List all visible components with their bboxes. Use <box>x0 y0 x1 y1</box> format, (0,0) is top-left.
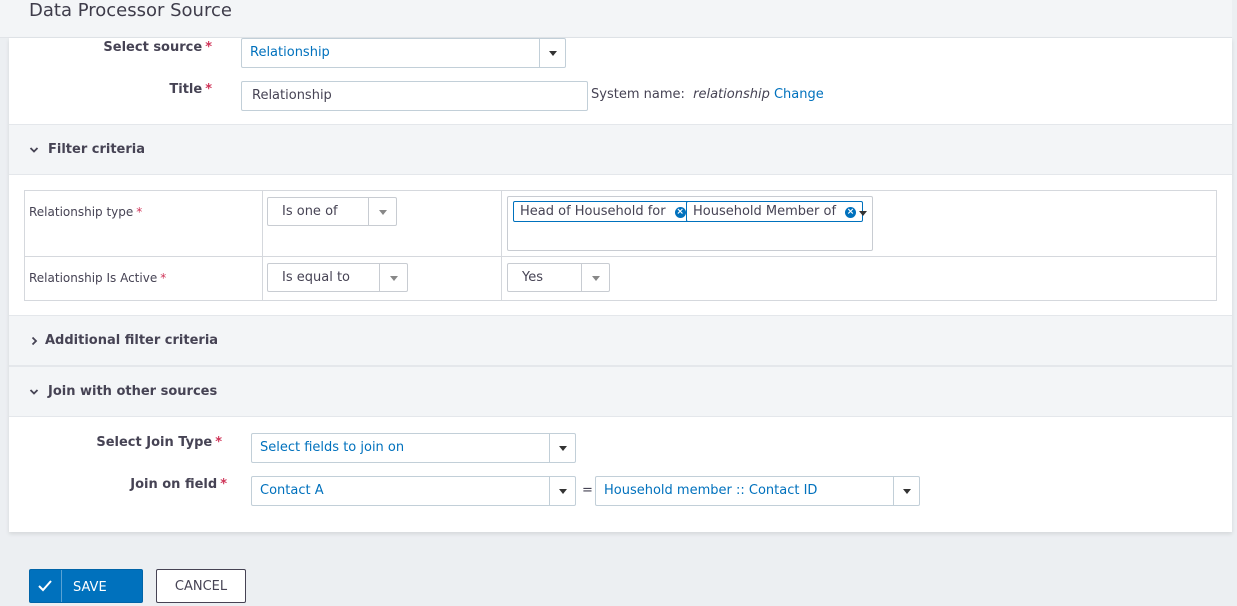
chevron-right-icon <box>31 336 38 346</box>
select-source-dropdown[interactable]: Relationship <box>241 38 566 68</box>
join-field-left-value: Contact A <box>260 483 324 498</box>
criteria-field-cell: Relationship type * <box>25 191 263 256</box>
page-title: Data Processor Source <box>0 0 1232 38</box>
chevron-down-icon[interactable] <box>549 434 575 462</box>
filter-criteria-header[interactable]: Filter criteria <box>9 124 1232 175</box>
operator-dropdown[interactable]: Is equal to <box>267 263 408 292</box>
join-field-right-dropdown[interactable]: Household member :: Contact ID <box>595 476 920 506</box>
title-label: Title * <box>169 82 212 97</box>
filter-criteria-label: Filter criteria <box>48 142 146 157</box>
select-source-label: Select source * <box>103 40 212 55</box>
system-name-value: relationship <box>693 87 770 102</box>
join-field-right-value: Household member :: Contact ID <box>604 483 818 498</box>
chevron-down-icon[interactable] <box>893 477 919 505</box>
value-dropdown[interactable]: Yes <box>507 263 610 292</box>
equals-sign: = <box>582 483 593 498</box>
additional-filter-label: Additional filter criteria <box>45 333 219 348</box>
source-form: Select source * Relationship Title * Relat… <box>9 38 1232 532</box>
chevron-down-icon <box>29 389 39 395</box>
system-name-label: System name: <box>591 87 685 102</box>
selected-tag: Head of Household for × <box>513 201 693 222</box>
remove-tag-icon[interactable]: × <box>674 207 686 218</box>
title-input[interactable]: Relationship <box>241 81 588 111</box>
criteria-operator-cell: Is equal to <box>263 257 502 301</box>
operator-value: Is one of <box>282 204 338 219</box>
criteria-value-cell: Head of Household for × Household Member… <box>502 191 1216 256</box>
selected-tag: Household Member of × <box>686 201 864 222</box>
cancel-button[interactable]: CANCEL <box>156 569 246 603</box>
select-source-value: Relationship <box>250 45 330 60</box>
chevron-down-icon[interactable] <box>368 198 396 225</box>
criteria-value-cell: Yes <box>502 257 1216 301</box>
operator-value: Is equal to <box>282 270 350 285</box>
required-marker: * <box>205 40 212 55</box>
criteria-field-label: Relationship type <box>29 205 134 219</box>
join-field-label: Join on field * <box>130 477 227 492</box>
relationship-type-multiselect[interactable]: Head of Household for × Household Member… <box>507 196 873 251</box>
criteria-table: Relationship type * Is one of Head of Hou… <box>24 190 1217 301</box>
chevron-down-icon[interactable] <box>379 264 407 291</box>
join-type-label: Select Join Type * <box>96 435 222 450</box>
required-marker: * <box>136 205 143 219</box>
criteria-field-label: Relationship Is Active <box>29 271 158 285</box>
required-marker: * <box>215 435 222 450</box>
join-type-dropdown[interactable]: Select fields to join on <box>251 433 576 463</box>
remove-tag-icon[interactable]: × <box>845 207 857 218</box>
chevron-down-icon[interactable] <box>549 477 575 505</box>
required-marker: * <box>160 271 167 285</box>
criteria-operator-cell: Is one of <box>263 191 502 256</box>
table-row: Relationship Is Active * Is equal to Yes <box>25 257 1216 301</box>
check-icon <box>30 570 62 602</box>
additional-filter-header[interactable]: Additional filter criteria <box>9 315 1232 366</box>
required-marker: * <box>205 82 212 97</box>
chevron-down-icon <box>29 147 39 153</box>
table-row: Relationship type * Is one of Head of Hou… <box>25 191 1216 257</box>
chevron-down-icon[interactable] <box>581 264 609 291</box>
criteria-field-cell: Relationship Is Active * <box>25 257 263 301</box>
join-type-value: Select fields to join on <box>260 440 405 455</box>
change-system-name-link[interactable]: Change <box>774 87 824 102</box>
required-marker: * <box>220 477 227 492</box>
join-field-left-dropdown[interactable]: Contact A <box>251 476 576 506</box>
chevron-down-icon[interactable] <box>539 39 565 67</box>
save-button[interactable]: SAVE <box>29 569 143 603</box>
value-selected: Yes <box>522 270 543 285</box>
join-sources-header[interactable]: Join with other sources <box>9 366 1232 417</box>
system-name: System name: relationship Change <box>591 87 824 102</box>
operator-dropdown[interactable]: Is one of <box>267 197 397 226</box>
join-sources-label: Join with other sources <box>48 384 218 399</box>
page-title-text: Data Processor Source <box>29 0 232 21</box>
chevron-down-icon[interactable] <box>859 211 867 216</box>
